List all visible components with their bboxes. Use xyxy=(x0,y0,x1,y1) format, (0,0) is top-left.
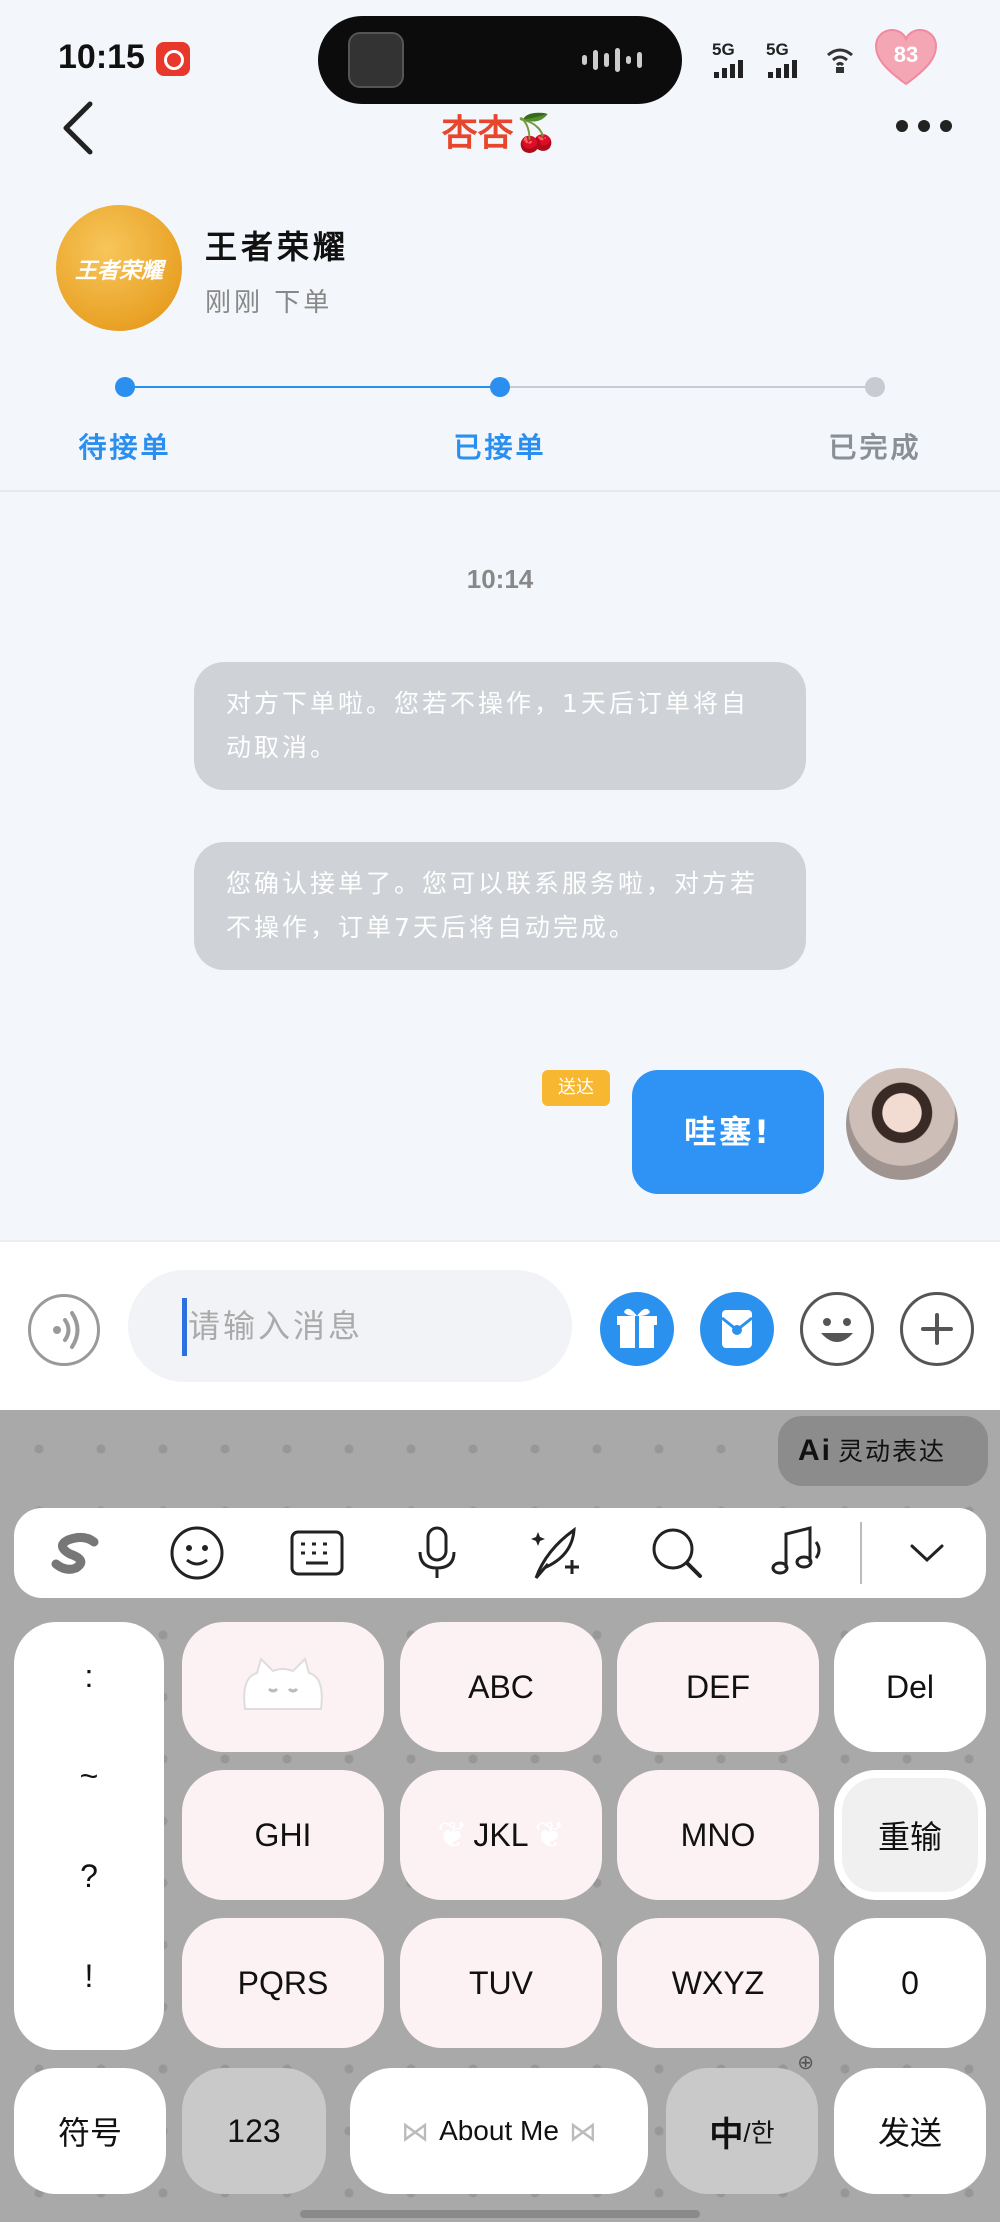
key-ghi[interactable]: GHI xyxy=(182,1770,384,1900)
system-message: 您确认接单了。您可以联系服务啦，对方若不操作，订单7天后将自动完成。 xyxy=(194,842,806,970)
key-delete[interactable]: Del xyxy=(834,1622,986,1752)
step-label-completed: 已完成 xyxy=(828,431,922,464)
search-icon[interactable] xyxy=(644,1520,710,1586)
punct-exclaim[interactable]: ! xyxy=(14,1958,164,1995)
battery-level: 83 xyxy=(893,42,919,67)
divider xyxy=(0,490,1000,492)
key-numbers[interactable]: 123 xyxy=(182,2068,326,2194)
netease-music-icon xyxy=(156,42,190,76)
chat-timestamp: 10:14 xyxy=(466,564,534,594)
key-abc[interactable]: ABC xyxy=(400,1622,602,1752)
more-actions-button[interactable] xyxy=(900,1292,974,1366)
progress-line-done xyxy=(125,386,500,388)
gift-button[interactable] xyxy=(600,1292,674,1366)
globe-icon: ⊕ xyxy=(797,2052,814,2074)
gift-icon xyxy=(617,1308,657,1348)
ime-keyboard: Ai 灵动表达 : ~ ? ! ABC DEF Del GHI ❦ JKL ❦ … xyxy=(0,1410,1000,2222)
keyboard-layout-icon[interactable] xyxy=(284,1520,350,1586)
cat-face-icon xyxy=(243,1657,323,1710)
wing-left-icon: ❦ xyxy=(437,1814,468,1855)
voice-input-button[interactable] xyxy=(28,1294,100,1366)
audio-wave-icon xyxy=(582,46,642,74)
step-dot-pending-accept xyxy=(115,377,135,397)
punctuation-column[interactable]: : ~ ? ! xyxy=(14,1622,164,2050)
microphone-icon[interactable] xyxy=(404,1520,470,1586)
key-mno[interactable]: MNO xyxy=(617,1770,819,1900)
step-label-accepted: 已接单 xyxy=(453,431,547,464)
emoji-face-icon[interactable] xyxy=(164,1520,230,1586)
punct-question[interactable]: ? xyxy=(14,1858,164,1895)
sogou-logo-icon[interactable] xyxy=(44,1520,110,1586)
bow-right-icon: ⋈ xyxy=(568,2115,597,2147)
key-wxyz[interactable]: WXYZ xyxy=(617,1918,819,2048)
message-input[interactable] xyxy=(128,1270,572,1382)
key-reenter[interactable]: 重输 xyxy=(834,1770,986,1900)
dynamic-island[interactable] xyxy=(318,16,682,104)
order-progress: 待接单 已接单 已完成 xyxy=(0,370,1000,464)
bow-left-icon: ⋈ xyxy=(401,2115,430,2147)
key-language-switch[interactable]: 中/한 ⊕ xyxy=(666,2052,818,2194)
step-dot-completed xyxy=(865,377,885,397)
ai-writing-quill-icon[interactable] xyxy=(524,1520,590,1586)
more-options-icon[interactable] xyxy=(896,120,952,132)
chat-title: 杏杏🍒 xyxy=(441,113,559,154)
cellular-signal-1: 5G xyxy=(712,40,743,83)
user-avatar[interactable] xyxy=(846,1068,958,1180)
delivered-badge: 送达 xyxy=(542,1070,610,1106)
key-pqrs[interactable]: PQRS xyxy=(182,1918,384,2048)
wing-right-icon: ❦ xyxy=(534,1814,565,1855)
key-tuv[interactable]: TUV xyxy=(400,1918,602,2048)
key-symbols[interactable]: 符号 xyxy=(14,2068,166,2194)
key-space[interactable]: ⋈ About Me ⋈ xyxy=(350,2068,648,2194)
step-label-pending-accept: 待接单 xyxy=(78,431,172,464)
emoji-button[interactable] xyxy=(800,1292,874,1366)
step-dot-accepted xyxy=(490,377,510,397)
toolbar-divider xyxy=(860,1522,862,1584)
wifi-icon xyxy=(827,48,853,73)
red-packet-icon xyxy=(721,1310,753,1348)
keyboard-toolbar xyxy=(14,1508,986,1598)
collapse-keyboard-chevron-icon[interactable] xyxy=(894,1520,960,1586)
cellular-signal-2: 5G xyxy=(766,40,797,83)
smiley-icon xyxy=(821,1318,853,1342)
punct-colon[interactable]: : xyxy=(14,1658,164,1695)
now-playing-thumbnail xyxy=(348,32,404,88)
order-time: 刚刚 下单 xyxy=(205,288,333,318)
home-indicator[interactable] xyxy=(300,2210,700,2218)
plus-icon xyxy=(921,1313,953,1345)
status-bar: 10:15 5G 5G 83 xyxy=(0,0,1000,104)
message-input-bar xyxy=(0,1240,1000,1410)
ai-expression-chip[interactable]: Ai 灵动表达 xyxy=(778,1416,988,1486)
game-name: 王者荣耀 xyxy=(205,228,350,266)
key-cat-emoji[interactable] xyxy=(182,1622,384,1752)
status-time: 10:15 xyxy=(58,38,145,76)
system-message: 对方下单啦。您若不操作，1天后订单将自动取消。 xyxy=(194,662,806,790)
game-logo[interactable]: 王者荣耀 xyxy=(56,205,182,331)
music-note-icon[interactable] xyxy=(764,1520,830,1586)
key-jkl[interactable]: ❦ JKL ❦ xyxy=(400,1770,602,1900)
red-packet-button[interactable] xyxy=(700,1292,774,1366)
text-caret xyxy=(182,1298,187,1356)
key-zero[interactable]: 0 xyxy=(834,1918,986,2048)
punct-tilde[interactable]: ~ xyxy=(14,1758,164,1795)
progress-line-pending xyxy=(500,386,875,388)
voice-wave-icon xyxy=(53,1311,80,1349)
my-message-bubble[interactable]: 哇塞! xyxy=(632,1070,824,1194)
key-def[interactable]: DEF xyxy=(617,1622,819,1752)
battery-heart-icon: 83 xyxy=(874,28,938,88)
key-send[interactable]: 发送 xyxy=(834,2068,986,2194)
